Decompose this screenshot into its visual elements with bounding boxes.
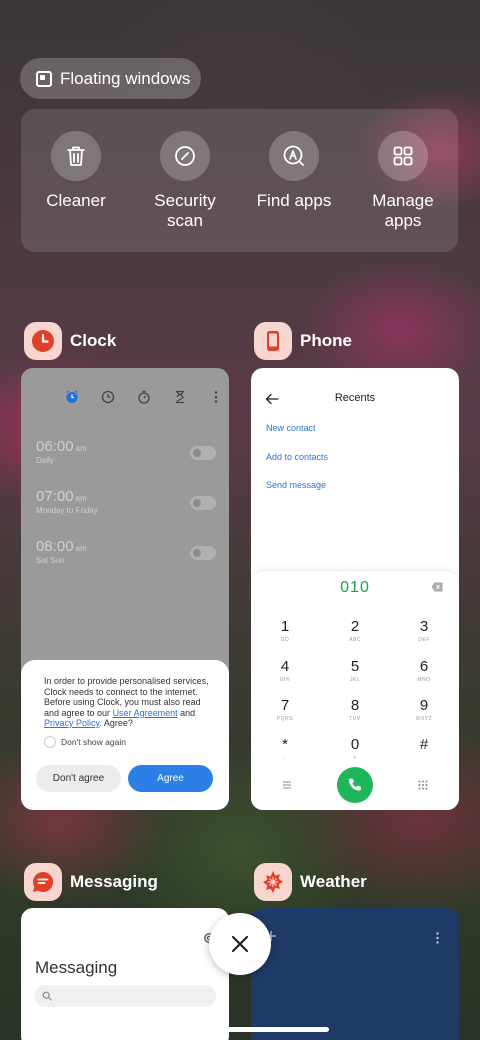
dial-key-5[interactable]: 5 JKL [335,659,375,684]
dont-agree-button[interactable]: Don't agree [36,765,121,792]
close-icon [231,935,249,953]
consent-text-after: . Agree? [99,718,133,728]
trash-icon [67,146,85,166]
home-indicator[interactable] [151,1027,329,1032]
message-icon [33,871,54,892]
manage-apps-button[interactable]: Manage apps [353,131,453,231]
call-icon [348,778,361,791]
search-icon [42,991,52,1001]
messaging-app-name: Messaging [70,872,158,891]
phone-app-icon [254,322,292,360]
alarm-time: 08:00 [36,538,74,555]
dialed-number: 010 [340,579,370,596]
cleaner-label: Cleaner [46,191,106,210]
agree-button[interactable]: Agree [128,765,213,792]
security-scan-button[interactable]: Security scan [135,131,235,231]
manage-apps-label: Manage apps [372,191,434,230]
weather-app-header[interactable]: Weather [254,863,367,901]
phone-app-header[interactable]: Phone [254,322,352,360]
menu-icon[interactable] [281,779,293,791]
find-apps-icon [283,145,304,166]
cleaner-button[interactable]: Cleaner [26,131,126,211]
dont-show-again-checkbox[interactable]: Don't show again [44,736,126,748]
alarm-toggle[interactable] [190,546,216,560]
new-contact-link[interactable]: New contact [266,423,316,433]
timer-tab-icon[interactable] [173,390,187,404]
alarm-repeat: Monday to Friday [36,506,98,515]
consent-text-and: and [177,707,196,718]
clock-app-header[interactable]: Clock [24,322,116,360]
weather-app-card[interactable] [251,908,459,1040]
floating-windows-label: Floating windows [60,68,191,88]
dialpad-toggle-icon[interactable] [417,779,429,791]
dial-key-hash[interactable]: # [404,737,444,755]
find-apps-button[interactable]: Find apps [244,131,344,211]
messaging-app-icon [24,863,62,901]
internet-consent-dialog: In order to provide personalised service… [21,660,229,810]
quick-actions-panel: Cleaner Security scan Find apps Manage a… [21,109,458,252]
call-button[interactable] [337,767,373,803]
send-message-link[interactable]: Send message [266,480,326,490]
consent-text: In order to provide personalised service… [44,676,212,729]
weather-icon [263,871,283,893]
floating-windows-button[interactable]: Floating windows [20,58,201,99]
phone-app-card[interactable]: Recents New contact Add to contacts Send… [251,368,459,810]
alarm-ampm: am [75,494,87,503]
dial-key-3[interactable]: 3 DEF [404,619,444,644]
alarm-repeat: Daily [36,456,54,465]
floating-window-icon [36,70,52,87]
security-scan-icon [175,146,195,166]
grid-icon [393,146,413,166]
weather-app-icon [254,863,292,901]
dial-key-7[interactable]: 7 PQRS [265,698,305,723]
dial-key-1[interactable]: 1 GD [265,619,305,644]
user-agreement-link[interactable]: User Agreement [113,708,178,718]
world-clock-tab-icon[interactable] [101,390,115,404]
alarm-tab-icon[interactable] [65,390,79,404]
alarm-toggle[interactable] [190,496,216,510]
dial-key-8[interactable]: 8 TUV [335,698,375,723]
clock-app-card[interactable]: 06:00 am Daily 07:00 am Monday to Friday 0… [21,368,229,810]
more-options-icon[interactable] [209,390,223,404]
alarm-ampm: am [75,544,87,553]
alarm-item[interactable]: 06:00 am Daily [36,438,216,465]
weather-app-name: Weather [300,872,367,891]
clear-all-button[interactable] [209,913,271,975]
messaging-search-bar[interactable] [34,985,216,1007]
dial-key-4[interactable]: 4 GHI [265,659,305,684]
add-to-contacts-link[interactable]: Add to contacts [266,452,328,462]
phone-app-name: Phone [300,331,352,350]
dial-key-6[interactable]: 6 MNO [404,659,444,684]
clock-tab-bar [65,390,223,404]
alarm-repeat: Sat Sun [36,556,65,565]
clock-icon [32,330,54,352]
clock-app-icon [24,322,62,360]
phone-icon [267,331,279,351]
dialpad: 010 1 GD 2 ABC 3 DEF 4 GHI 5 JKL 6 MNO 7 PQRS 8… [251,570,459,810]
security-scan-label: Security scan [154,191,216,230]
alarm-ampm: am [75,444,87,453]
alarm-item[interactable]: 08:00 am Sat Sun [36,538,216,565]
dial-key-star[interactable]: *, [265,737,305,762]
messaging-title: Messaging [35,958,118,977]
recents-title: Recents [334,392,376,404]
dont-show-again-label: Don't show again [61,737,126,747]
dial-key-9[interactable]: 9 WXYZ [404,698,444,723]
alarm-toggle[interactable] [190,446,216,460]
privacy-policy-link[interactable]: Privacy Policy [44,718,99,728]
messaging-app-card[interactable]: Messaging [21,908,229,1040]
alarm-time: 06:00 [36,438,74,455]
stopwatch-tab-icon[interactable] [137,390,151,404]
dial-key-2[interactable]: 2 ABC [335,619,375,644]
backspace-icon[interactable] [431,582,443,592]
clock-app-name: Clock [70,331,117,350]
alarm-item[interactable]: 07:00 am Monday to Friday [36,488,216,515]
dial-key-0[interactable]: 0 + [335,737,375,762]
messaging-app-header[interactable]: Messaging [24,863,158,901]
checkbox-circle[interactable] [44,736,56,748]
find-apps-label: Find apps [256,191,332,210]
alarm-time: 07:00 [36,488,74,505]
more-options-icon[interactable] [436,932,439,944]
